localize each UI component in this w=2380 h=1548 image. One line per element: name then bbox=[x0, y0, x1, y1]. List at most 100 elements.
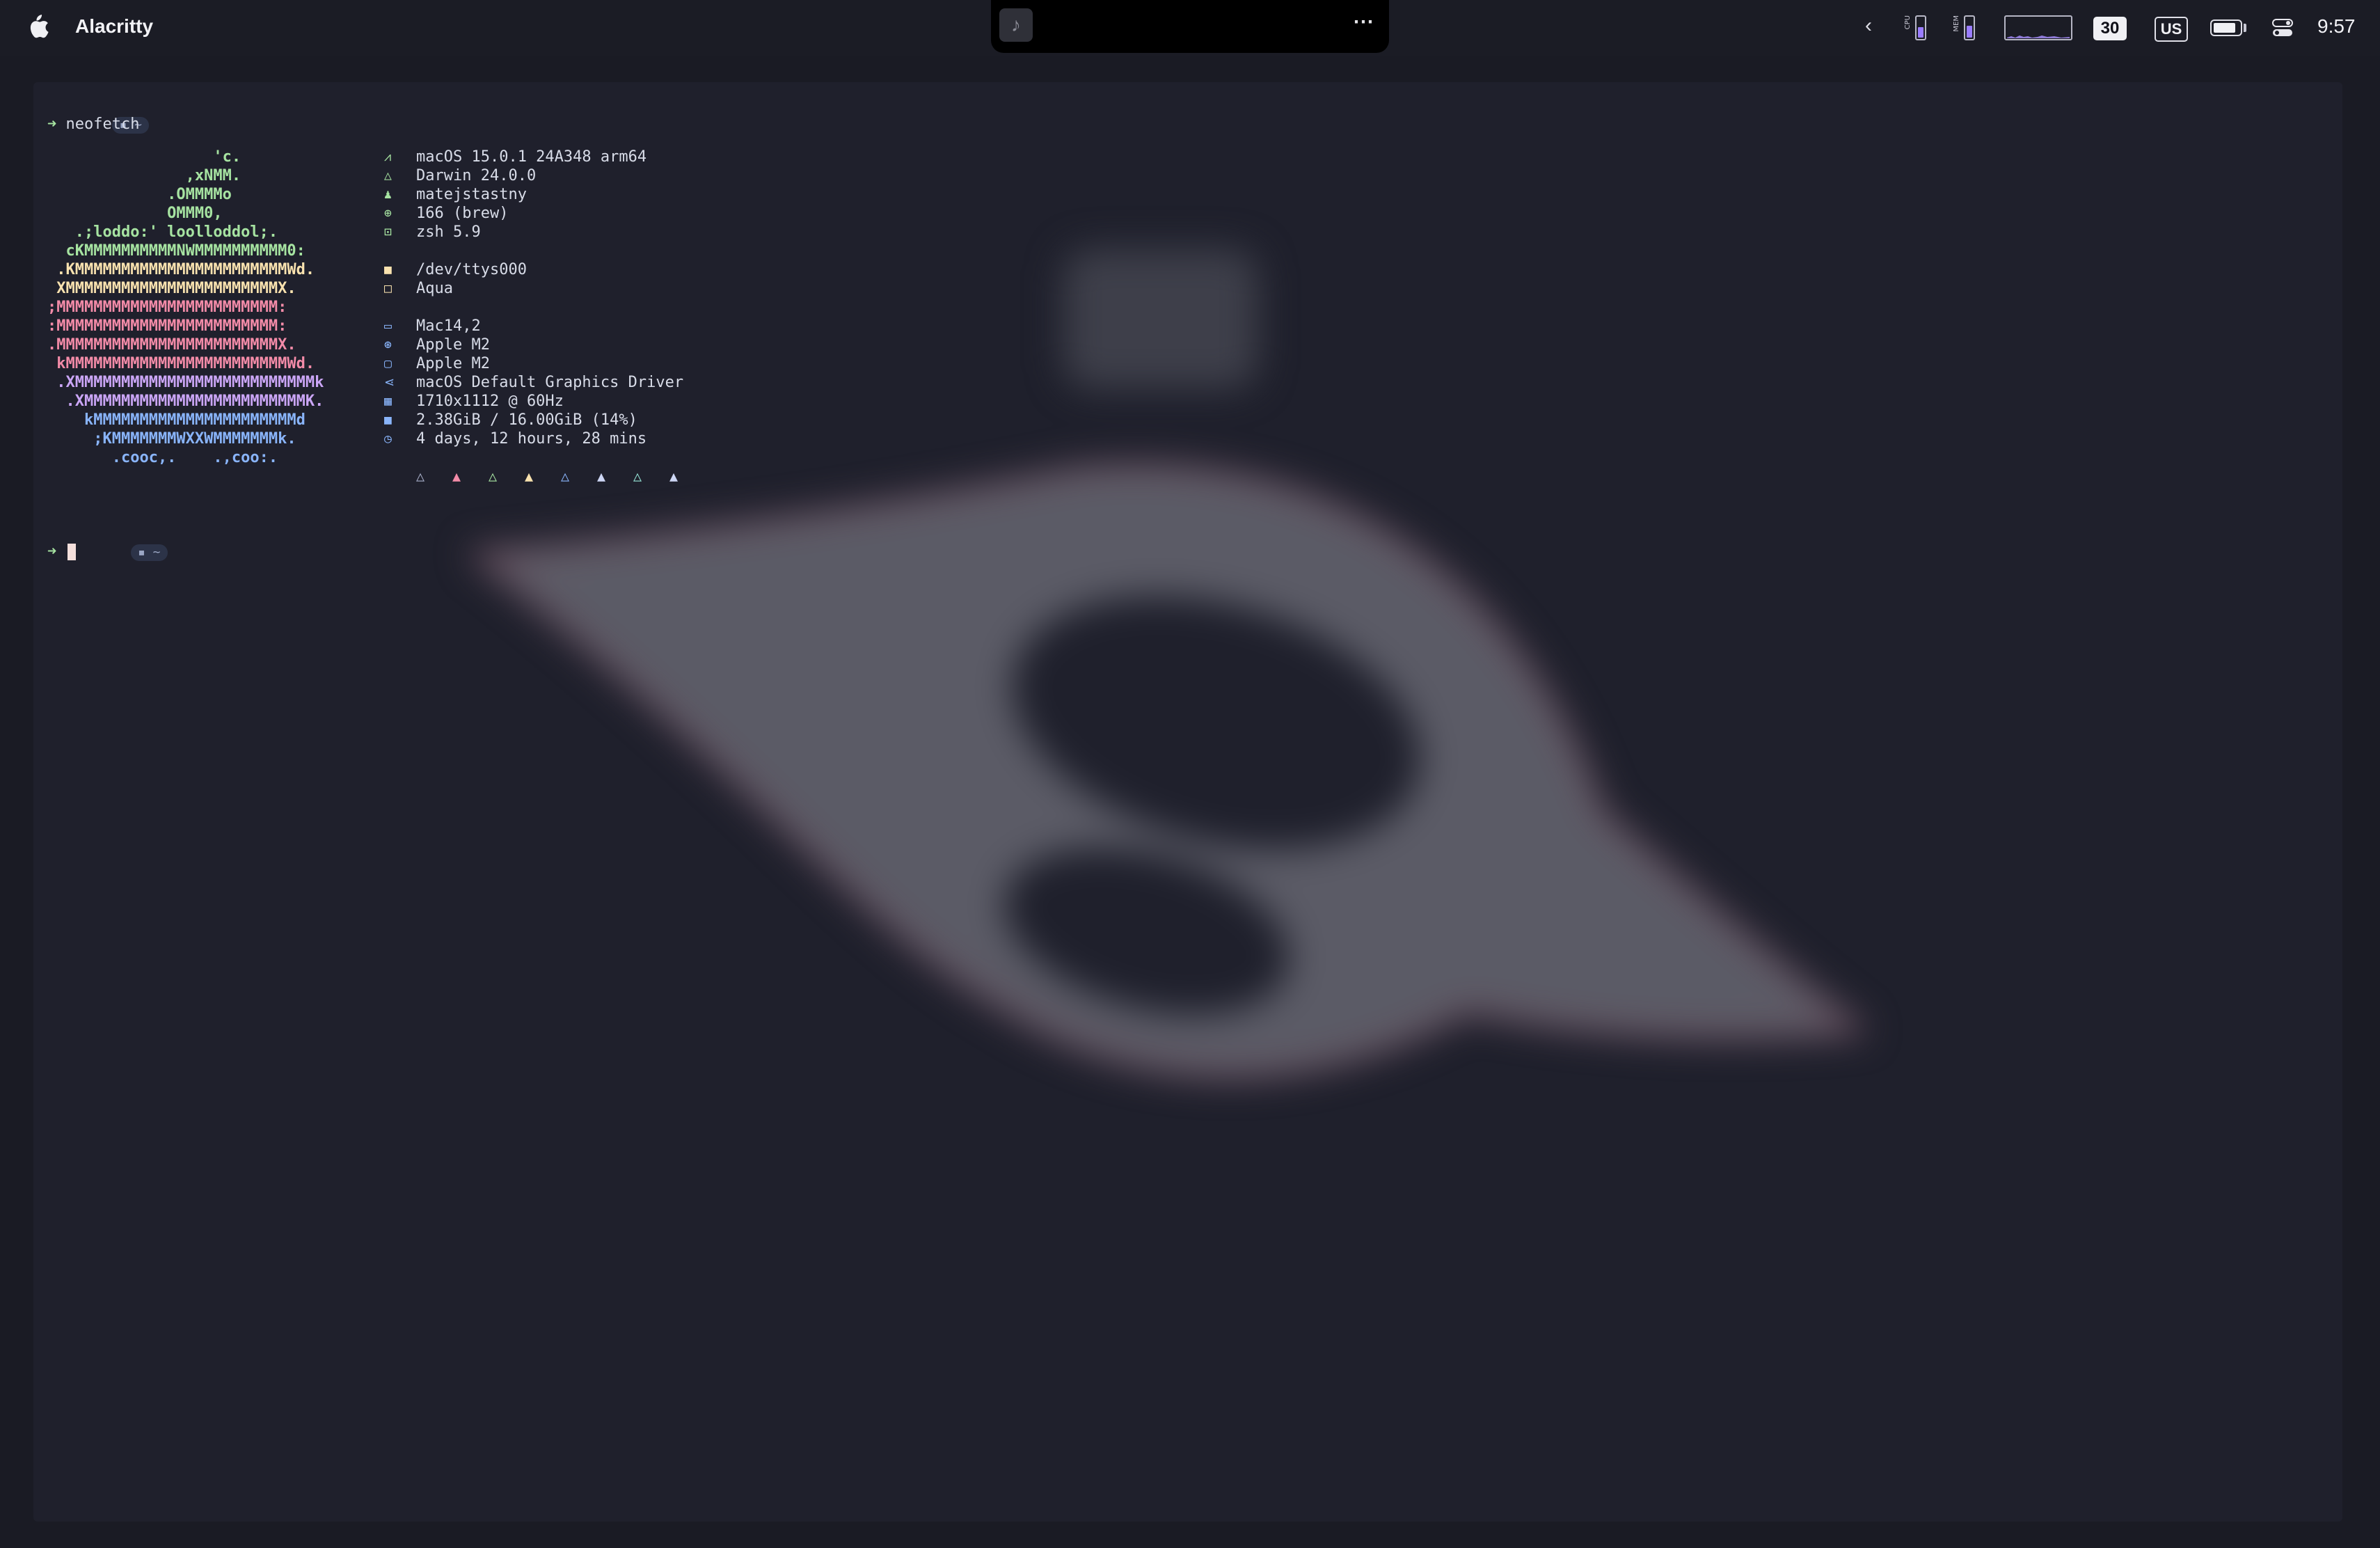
ascii-art-line: .;loddo:' loolloddol;. bbox=[47, 223, 278, 241]
memory-meter[interactable] bbox=[1964, 15, 1975, 40]
info-line: ⊡ zsh 5.9 bbox=[374, 223, 706, 242]
ascii-art-line: OMMM0, bbox=[47, 205, 223, 222]
info-line: ⋖ macOS Default Graphics Driver bbox=[374, 373, 706, 392]
info-line: ■ 2.38GiB / 16.00GiB (14%) bbox=[374, 411, 706, 429]
ascii-art-line: .KMMMMMMMMMMMMMMMMMMMMMMMWd. bbox=[47, 261, 315, 278]
terminal-output[interactable]: ▪ ~ ➜ neofetch 'c. ,xNMM. .OMMMMo OMMM0,… bbox=[47, 96, 2323, 1474]
info-line: ⩘ macOS 15.0.1 24A348 arm64 bbox=[374, 148, 706, 166]
info-line: ⊛ Apple M2 bbox=[374, 335, 706, 354]
directory-label-2: ~ bbox=[152, 545, 161, 560]
info-line: ▢ Apple M2 bbox=[374, 354, 706, 373]
command-line: ➜ neofetch bbox=[47, 115, 2323, 134]
control-center-icon[interactable] bbox=[2271, 18, 2294, 38]
ascii-art-line: ,xNMM. bbox=[47, 167, 241, 184]
info-value: macOS Default Graphics Driver bbox=[416, 374, 684, 391]
info-value: Apple M2 bbox=[416, 355, 490, 372]
ascii-art-line: .MMMMMMMMMMMMMMMMMMMMMMMMX. bbox=[47, 336, 296, 354]
terminal-window[interactable]: ▪ ~ ➜ neofetch 'c. ,xNMM. .OMMMMo OMMM0,… bbox=[33, 82, 2342, 1522]
prompt-dir-line-2: ▪ ~ bbox=[47, 523, 168, 561]
resolution-icon: ▦ bbox=[384, 394, 392, 409]
host-icon: ▭ bbox=[384, 319, 392, 333]
uptime-icon: ◷ bbox=[384, 432, 392, 446]
ascii-art-line: ;MMMMMMMMMMMMMMMMMMMMMMMM: bbox=[47, 299, 287, 316]
ascii-art-line: .XMMMMMMMMMMMMMMMMMMMMMMMMK. bbox=[47, 393, 324, 410]
info-value: matejstastny bbox=[416, 186, 527, 203]
info-value: Mac14,2 bbox=[416, 317, 481, 335]
info-gap bbox=[374, 448, 706, 467]
command-text: neofetch bbox=[65, 116, 140, 133]
ascii-art-line: .XMMMMMMMMMMMMMMMMMMMMMMMMMMk bbox=[47, 374, 324, 391]
color-palette: △ ▲ △ ▲ △ ▲ △ ▲ bbox=[374, 467, 706, 486]
battery-tip bbox=[2244, 24, 2246, 32]
packages-icon: ⊕ bbox=[384, 206, 392, 221]
network-graph-icon bbox=[2007, 35, 2070, 38]
palette-swatch-icon: △ bbox=[416, 468, 425, 484]
directory-badge-2: ▪ ~ bbox=[130, 544, 168, 561]
cpu-meter-label: CPU bbox=[1904, 15, 1912, 30]
menu-bar: Alacritty ♪ ⋯ ‹ CPU MEM 30 US 9:57 bbox=[0, 0, 2380, 56]
ascii-art-line: XMMMMMMMMMMMMMMMMMMMMMMMX. bbox=[47, 280, 296, 297]
ascii-art-line: cKMMMMMMMMMMNWMMMMMMMMMM0: bbox=[47, 242, 306, 260]
info-value: 1710x1112 @ 60Hz bbox=[416, 393, 564, 410]
info-line: ■ /dev/ttys000 bbox=[374, 260, 706, 279]
menu-clock[interactable]: 9:57 bbox=[2317, 15, 2356, 38]
app-menu-name[interactable]: Alacritty bbox=[75, 15, 153, 38]
info-value: Apple M2 bbox=[416, 336, 490, 354]
date-badge[interactable]: 30 bbox=[2093, 17, 2127, 40]
prompt-dir-line: ▪ ~ bbox=[47, 96, 2323, 134]
palette-swatch-icon: ▲ bbox=[597, 468, 606, 484]
shell-icon: ⊡ bbox=[384, 225, 392, 239]
keyboard-layout-badge[interactable]: US bbox=[2155, 17, 2188, 42]
palette-swatch-icon: △ bbox=[489, 468, 498, 484]
chevron-left-icon[interactable]: ‹ bbox=[1865, 14, 1872, 70]
ascii-art-line: kMMMMMMMMMMMMMMMMMMMMMMMMWd. bbox=[47, 355, 315, 372]
kernel-icon: △ bbox=[384, 168, 392, 183]
user-icon: ♟ bbox=[384, 187, 392, 202]
palette-swatch-icon: ▲ bbox=[669, 468, 679, 484]
palette-swatch-icon: ▲ bbox=[525, 468, 534, 484]
os-icon: ⩘ bbox=[384, 150, 392, 164]
palette-swatch-icon: △ bbox=[633, 468, 642, 484]
info-gap bbox=[374, 298, 706, 317]
music-note-icon[interactable]: ♪ bbox=[999, 8, 1033, 42]
info-line: ▦ 1710x1112 @ 60Hz bbox=[374, 392, 706, 411]
prompt-arrow: ➜ bbox=[47, 116, 57, 133]
info-value: 2.38GiB / 16.00GiB (14%) bbox=[416, 411, 637, 429]
text-cursor bbox=[67, 544, 76, 560]
notch-more-button[interactable]: ⋯ bbox=[1353, 10, 1374, 34]
ascii-art-line: .OMMMMo bbox=[47, 186, 232, 203]
battery-level-fill bbox=[2214, 23, 2235, 33]
cpu-icon: ⊛ bbox=[384, 338, 392, 352]
info-line: □ Aqua bbox=[374, 279, 706, 298]
palette-swatch-icon: ▲ bbox=[452, 468, 461, 484]
ascii-art-line: 'c. bbox=[47, 148, 241, 166]
info-line: ♟ matejstastny bbox=[374, 185, 706, 204]
info-line: △ Darwin 24.0.0 bbox=[374, 166, 706, 185]
system-info: ⩘ macOS 15.0.1 24A348 arm64 △ Darwin 24.0.0… bbox=[374, 148, 706, 486]
mem-meter-label: MEM bbox=[1953, 15, 1960, 32]
theme-icon: □ bbox=[384, 281, 392, 296]
info-line: ⊕ 166 (brew) bbox=[374, 204, 706, 223]
ascii-art-line: kMMMMMMMMMMMMMMMMMMMMMMd bbox=[47, 411, 306, 429]
apple-menu-icon[interactable] bbox=[25, 13, 50, 40]
gpu-icon: ▢ bbox=[384, 356, 392, 371]
gpu-driver-icon: ⋖ bbox=[384, 375, 395, 390]
prompt-arrow-2: ➜ bbox=[47, 543, 57, 560]
info-value: 4 days, 12 hours, 28 mins bbox=[416, 430, 647, 448]
cpu-meter[interactable] bbox=[1915, 15, 1926, 40]
info-value: macOS 15.0.1 24A348 arm64 bbox=[416, 148, 647, 166]
ascii-art-line: ;KMMMMMMMWXXWMMMMMMMk. bbox=[47, 430, 296, 448]
ascii-art-line: .cooc,. .,coo:. bbox=[47, 449, 278, 466]
info-value: Aqua bbox=[416, 280, 453, 297]
info-line: ▭ Mac14,2 bbox=[374, 317, 706, 335]
terminal-icon: ■ bbox=[384, 262, 392, 277]
info-value: 166 (brew) bbox=[416, 205, 509, 222]
info-value: Darwin 24.0.0 bbox=[416, 167, 537, 184]
battery-icon[interactable] bbox=[2210, 19, 2242, 36]
ascii-art-line: :MMMMMMMMMMMMMMMMMMMMMMMM: bbox=[47, 317, 287, 335]
info-gap bbox=[374, 242, 706, 260]
info-value: /dev/ttys000 bbox=[416, 261, 527, 278]
network-graph[interactable] bbox=[2004, 15, 2072, 40]
palette-swatch-icon: △ bbox=[561, 468, 570, 484]
cpu-meter-fill bbox=[1918, 26, 1923, 38]
